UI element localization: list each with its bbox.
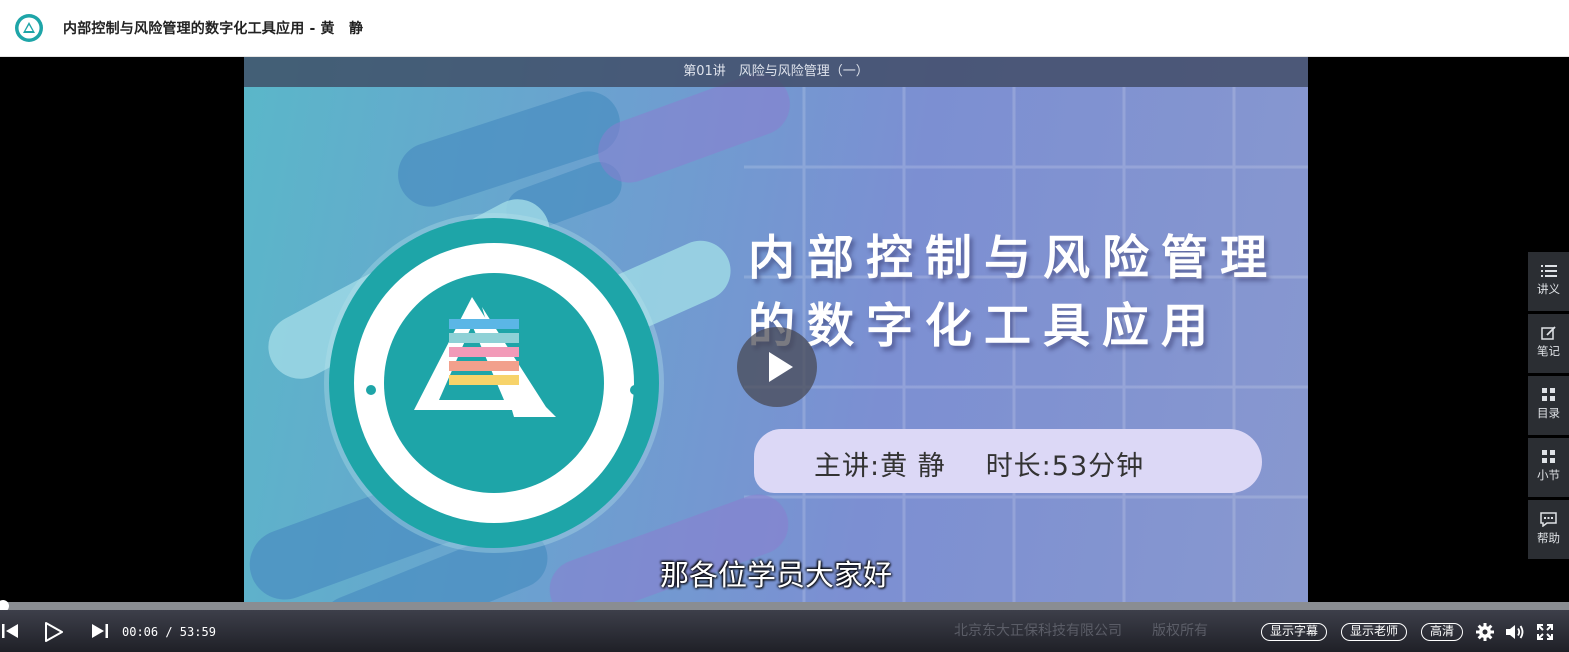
sidebar-item-label: 小节 [1537,468,1560,482]
course-title: 内部控制与风险管理 的数字化工具应用 [748,225,1279,361]
video-player: 第01讲 风险与风险管理（一） 内部控制与风险管理 的数字化工具应用 主讲:黄 … [0,57,1569,602]
sidebar-item-help[interactable]: 帮助 [1528,500,1569,559]
chat-icon [1540,512,1557,527]
control-bar: 北京东大正保科技有限公司 版权所有 00:06 / 53:59 显示字幕 显示老师… [0,610,1569,652]
sidebar-item-label: 帮助 [1537,531,1560,545]
next-icon[interactable] [92,624,108,638]
course-title-line2: 的数字化工具应用 [748,299,1220,354]
fullscreen-icon[interactable] [1537,624,1553,640]
edit-icon [1540,326,1556,340]
gear-icon[interactable] [1476,623,1494,641]
video-subtitle: 那各位学员大家好 [659,558,892,592]
zhengbao-logo-icon[interactable] [15,14,43,42]
quality-button[interactable]: 高清 [1421,623,1463,641]
presenter-label: 主讲:黄 静 [814,451,946,482]
page-title: 内部控制与风险管理的数字化工具应用 - 黄 静 [63,21,364,37]
volume-icon[interactable] [1506,624,1525,640]
school-emblem [324,213,664,553]
sidebar-item-catalog[interactable]: 目录 [1528,376,1569,435]
list-icon [1540,265,1557,277]
sidebar-item-label: 讲义 [1537,282,1560,296]
sidebar-item-label: 笔记 [1537,344,1560,358]
sidebar-item-notes[interactable]: 笔记 [1528,314,1569,373]
grid-icon [1541,388,1555,401]
watermark-rights: 版权所有 [1152,623,1208,639]
video-frame[interactable]: 第01讲 风险与风险管理（一） 内部控制与风险管理 的数字化工具应用 主讲:黄 … [244,57,1308,602]
sidebar-item-sections[interactable]: 小节 [1528,438,1569,497]
side-panel: 讲义 笔记 目录 小节 帮助 [1528,252,1569,562]
time-display: 00:06 / 53:59 [122,625,216,639]
progress-bar[interactable] [0,600,1569,612]
sidebar-item-handout[interactable]: 讲义 [1528,252,1569,311]
copyright-watermark: 北京东大正保科技有限公司 版权所有 [954,620,1208,640]
course-info: 主讲:黄 静 时长:53分钟 [814,444,1144,483]
watermark-company: 北京东大正保科技有限公司 [954,623,1122,639]
lecture-title: 第01讲 风险与风险管理（一） [244,57,1308,87]
previous-icon[interactable] [2,624,18,638]
show-subtitles-button[interactable]: 显示字幕 [1261,623,1327,641]
course-title-line1: 内部控制与风险管理 [748,231,1279,286]
sidebar-item-label: 目录 [1537,406,1560,420]
play-icon[interactable] [45,622,63,642]
duration-label: 时长:53分钟 [985,451,1145,482]
page-header: 内部控制与风险管理的数字化工具应用 - 黄 静 [0,0,1569,57]
grid-icon [1541,450,1555,463]
play-overlay-button[interactable] [737,327,817,407]
show-teacher-button[interactable]: 显示老师 [1341,623,1407,641]
